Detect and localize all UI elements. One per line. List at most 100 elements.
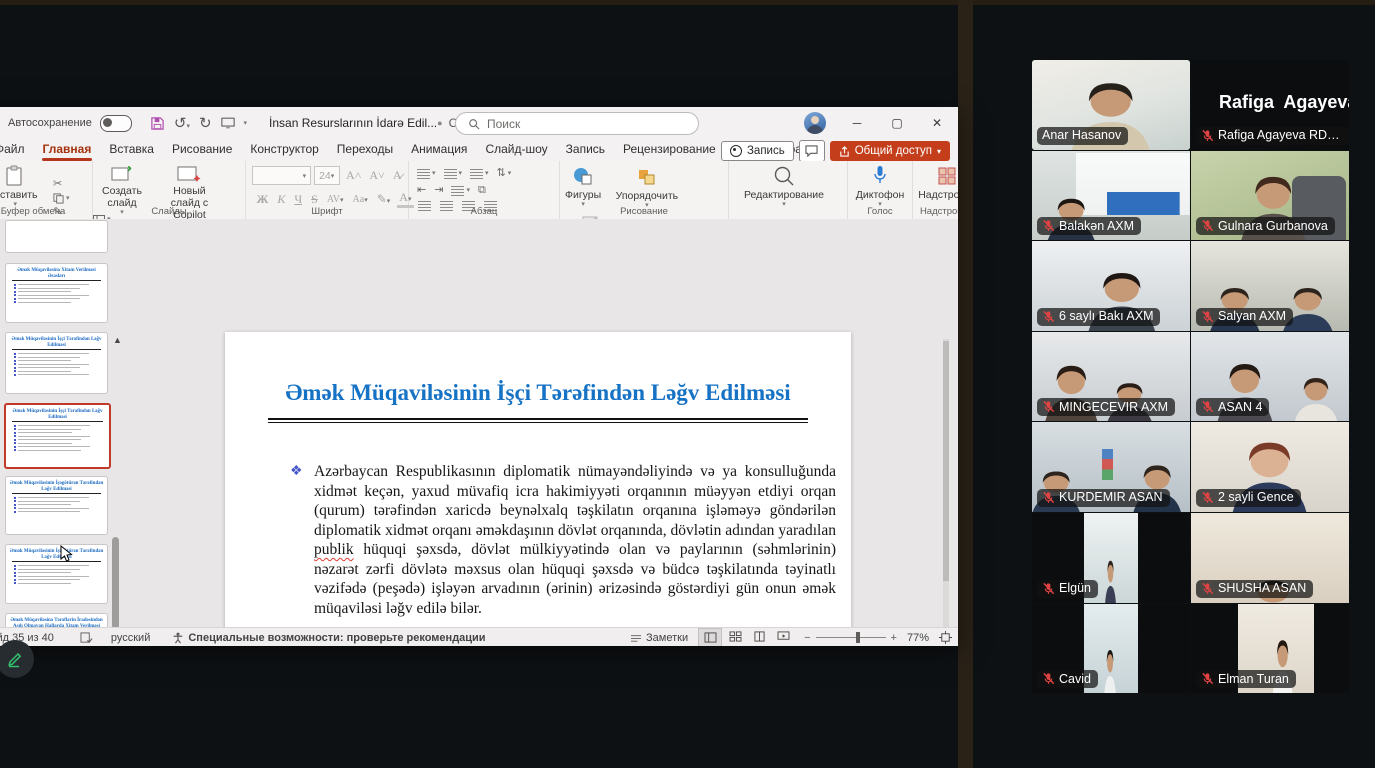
avatar[interactable]	[804, 112, 826, 134]
restore-button[interactable]: ▢	[880, 108, 914, 138]
slide-thumbnail[interactable]: Əmək Müqaviləsinin İşəgötürən Tərəfindən…	[5, 476, 108, 535]
slide-title[interactable]: Əmək Müqaviləsinin İşçi Tərəfindən Ləğv …	[245, 380, 831, 406]
slide-scrollbar-thumb[interactable]	[943, 341, 949, 581]
participant-tile[interactable]: Rafiga Agayeva... Rafiga Agayeva RDIKI..…	[1191, 60, 1349, 150]
share-button[interactable]: Общий доступ ▾	[830, 141, 950, 161]
numbering-button[interactable]: ▾	[444, 169, 463, 179]
record-button[interactable]: Запись	[721, 141, 794, 161]
participant-tile[interactable]: SHUSHA ASAN	[1191, 513, 1349, 603]
italic-button[interactable]: К	[275, 192, 288, 207]
tab-1[interactable]: Файл	[0, 139, 34, 161]
accessibility-status[interactable]: Специальные возможности: проверьте реком…	[172, 632, 485, 644]
zoom-slider-thumb[interactable]	[856, 632, 860, 643]
arrange-button[interactable]: Упорядочить▾	[611, 162, 683, 210]
underline-button[interactable]: Ч	[292, 192, 305, 207]
increase-indent-button[interactable]: ⇥	[434, 185, 443, 196]
tab-3[interactable]: Вставка	[100, 139, 163, 161]
close-button[interactable]: ✕	[920, 108, 954, 138]
slide-thumbnail[interactable]: Əmək Müqaviləsinə Xitam Verilməsi Əsasla…	[5, 263, 108, 323]
slide-thumbnail[interactable]	[5, 220, 108, 253]
smartart-button[interactable]: ⧉	[478, 185, 486, 196]
slide-thumbnail[interactable]: Əmək Müqaviləsinin İşəgötürən Tərəfindən…	[5, 544, 108, 604]
clear-formatting-button[interactable]: A̷	[390, 168, 404, 183]
thumbnail-scrollbar[interactable]	[112, 537, 119, 627]
bold-button[interactable]: Ж	[254, 192, 271, 207]
redo-icon[interactable]: ↻	[199, 116, 212, 131]
shrink-font-button[interactable]: A˅	[367, 168, 387, 183]
grow-font-button[interactable]: A˄	[343, 168, 363, 183]
cut-button[interactable]: ✂	[53, 179, 70, 190]
participant-tile[interactable]: Cavid	[1032, 604, 1190, 694]
participant-tile[interactable]: Elgün	[1032, 513, 1190, 603]
dictate-button[interactable]: Диктофон▾	[848, 161, 912, 209]
font-size-select[interactable]: 24▾	[314, 166, 340, 185]
notes-button[interactable]: Заметки	[630, 632, 688, 644]
tab-6[interactable]: Переходы	[328, 139, 402, 161]
line-spacing-button[interactable]: ▾	[470, 169, 489, 179]
qat-customize-icon[interactable]: ▾	[244, 119, 248, 127]
search-input[interactable]: Поиск	[455, 112, 699, 135]
participant-tile[interactable]: ASAN 4	[1191, 332, 1349, 422]
tab-10[interactable]: Рецензирование	[614, 139, 725, 161]
minimize-button[interactable]: ─	[840, 108, 874, 138]
slide-thumbnail[interactable]: Əmək Müqaviləsinə Tərəflərin İradəsindən…	[5, 613, 108, 627]
fit-slide-button[interactable]	[939, 631, 952, 644]
copy-button[interactable]: ▾	[53, 193, 70, 204]
strikethrough-button[interactable]: S	[309, 192, 321, 207]
participant-tile[interactable]: Balakən AXM	[1032, 151, 1190, 241]
language-indicator[interactable]: русский	[111, 632, 150, 644]
view-sorter-button[interactable]	[724, 628, 746, 645]
fit-slide-icon	[939, 631, 952, 644]
addins-button[interactable]: Надстройки	[913, 161, 958, 209]
view-normal-button[interactable]	[698, 628, 722, 646]
participant-tile[interactable]: 6 saylı Bakı AXM	[1032, 241, 1190, 331]
participant-tile[interactable]: KURDEMIR ASAN	[1032, 422, 1190, 512]
columns-button[interactable]: ▾	[451, 186, 470, 196]
zoom-out-icon[interactable]: −	[804, 632, 810, 644]
slide-thumbnail[interactable]: Əmək Müqaviləsinin İşçi Tərəfindən Ləğv …	[4, 403, 111, 469]
bullets-button[interactable]: ▾	[417, 169, 436, 179]
tab-7[interactable]: Анимация	[402, 139, 476, 161]
tab-2[interactable]: Главная	[34, 139, 101, 161]
participant-tile[interactable]: Gulnara Gurbanova	[1191, 151, 1349, 241]
tab-4[interactable]: Рисование	[163, 139, 241, 161]
font-name-select[interactable]: ▾	[252, 166, 311, 185]
participant-name: KURDEMIR ASAN	[1059, 490, 1163, 504]
participant-tile[interactable]: MINGECEVIR AXM	[1032, 332, 1190, 422]
participant-tile[interactable]: Elman Turan	[1191, 604, 1349, 694]
zoom-slider[interactable]: − +	[804, 632, 897, 644]
undo-icon[interactable]: ↺▾	[174, 116, 190, 131]
thumbnail-text-line	[18, 501, 80, 502]
annotate-button[interactable]	[0, 640, 34, 678]
autosave-toggle[interactable]	[100, 115, 132, 132]
slideshow-qat-icon[interactable]	[221, 117, 235, 129]
slide-thumbnail[interactable]: Əmək Müqaviləsinin İşçi Tərəfindən Ləğv …	[5, 332, 108, 394]
slide-body-text[interactable]: ❖Azərbaycan Respublikasının diplomatik n…	[290, 462, 836, 618]
view-reading-button[interactable]	[748, 628, 770, 645]
slide-canvas[interactable]: Əmək Müqaviləsinin İşçi Tərəfindən Ləğv …	[225, 332, 851, 627]
text-direction-button[interactable]: ⇅▾	[497, 168, 512, 179]
participant-tile[interactable]: Salyan AXM	[1191, 241, 1349, 331]
participant-tile[interactable]: 2 sayli Gence	[1191, 422, 1349, 512]
editing-button[interactable]: Редактирование▾	[729, 161, 839, 209]
tab-8[interactable]: Слайд-шоу	[476, 139, 556, 161]
thumbnail-text-line	[18, 367, 80, 368]
view-slideshow-button[interactable]	[772, 628, 794, 645]
save-icon[interactable]	[150, 116, 165, 131]
char-spacing-button[interactable]: AV▾	[324, 194, 346, 205]
zoom-level[interactable]: 77%	[907, 632, 929, 644]
shapes-button[interactable]: Фигуры▾	[560, 161, 606, 209]
thumbnail-scroll-up-icon[interactable]: ▲	[113, 335, 122, 345]
highlight-button[interactable]: ✎▾	[374, 192, 393, 207]
spellcheck-icon[interactable]	[80, 632, 93, 644]
copilot-slide-button[interactable]: Новый слайд с Copilot	[155, 161, 223, 209]
paste-button[interactable]: Вставить▾	[0, 161, 43, 209]
participant-tile[interactable]: Anar Hasanov	[1032, 60, 1190, 150]
comments-button[interactable]	[799, 140, 825, 162]
tab-5[interactable]: Конструктор	[241, 139, 327, 161]
decrease-indent-button[interactable]: ⇤	[417, 185, 426, 196]
tab-9[interactable]: Запись	[557, 139, 614, 161]
zoom-in-icon[interactable]: +	[891, 632, 897, 644]
new-slide-button[interactable]: Создать слайд▾	[93, 161, 151, 209]
change-case-button[interactable]: Aa▾	[350, 194, 370, 205]
